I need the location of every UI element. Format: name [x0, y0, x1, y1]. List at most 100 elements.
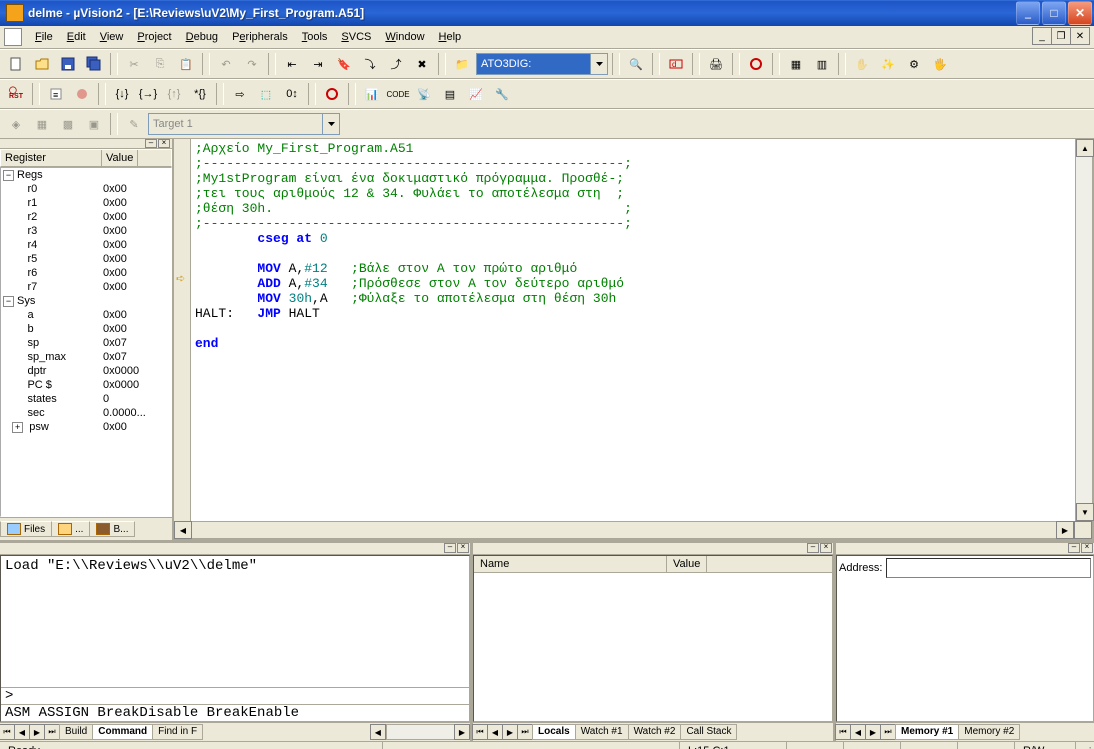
tab-callstack[interactable]: Call Stack	[680, 724, 737, 740]
tab-next-icon[interactable]: ▶	[502, 724, 518, 740]
scroll-down-icon[interactable]: ▼	[1076, 503, 1094, 521]
step-over-icon[interactable]: {→}	[136, 82, 160, 106]
pane-close-icon[interactable]: ×	[820, 543, 832, 553]
tab-first-icon[interactable]: ⏮	[0, 724, 15, 740]
command-input[interactable]: >	[1, 687, 469, 704]
magic-icon[interactable]: ✨	[876, 52, 900, 76]
step-trace-icon[interactable]: 0↕	[280, 82, 304, 106]
scroll-left-icon[interactable]: ◀	[370, 724, 386, 740]
pane-close-icon[interactable]: ×	[457, 543, 469, 553]
redo-icon[interactable]: ↷	[240, 52, 264, 76]
tab-watch1[interactable]: Watch #1	[575, 724, 629, 740]
hand-icon[interactable]: ✋	[850, 52, 874, 76]
tab-watch2[interactable]: Watch #2	[628, 724, 682, 740]
scroll-right-icon[interactable]: ▶	[454, 724, 470, 740]
debug-icon[interactable]: d	[664, 52, 688, 76]
menu-project[interactable]: Project	[130, 29, 178, 45]
bookmark-next-icon[interactable]: ⤵	[358, 52, 382, 76]
step-out-icon[interactable]: {↑}	[162, 82, 186, 106]
mdi-restore[interactable]: ❐	[1051, 27, 1071, 45]
run-icon[interactable]: ≡	[44, 82, 68, 106]
indent-right-icon[interactable]: ⇥	[306, 52, 330, 76]
register-list[interactable]: −Regs r00x00 r10x00 r20x00 r30x00 r40x00…	[0, 167, 172, 517]
maximize-button[interactable]: □	[1042, 1, 1066, 25]
close-button[interactable]: ✕	[1068, 1, 1092, 25]
memory-window-icon[interactable]: ▤	[438, 82, 462, 106]
save-icon[interactable]	[56, 52, 80, 76]
hand2-icon[interactable]: 🖐	[928, 52, 952, 76]
mdi-close[interactable]: ✕	[1070, 27, 1090, 45]
find-in-files-icon[interactable]: 📁	[450, 52, 474, 76]
stop-icon[interactable]	[70, 82, 94, 106]
toolbox-icon[interactable]: 🔧	[490, 82, 514, 106]
new-file-icon[interactable]	[4, 52, 28, 76]
tab-locals[interactable]: Locals	[532, 724, 576, 740]
menu-view[interactable]: View	[93, 29, 131, 45]
target-combo[interactable]: Target 1	[148, 113, 340, 135]
minimize-button[interactable]: _	[1016, 1, 1040, 25]
tab-next-icon[interactable]: ▶	[865, 724, 881, 740]
watch-col-name[interactable]: Name	[474, 556, 667, 572]
menu-tools[interactable]: Tools	[295, 29, 335, 45]
watch-col-value[interactable]: Value	[667, 556, 707, 572]
tab-prev-icon[interactable]: ◀	[14, 724, 30, 740]
menu-svcs[interactable]: SVCS	[334, 29, 378, 45]
resize-grip-icon[interactable]: ⋰	[1076, 745, 1094, 749]
config-icon[interactable]: ⚙	[902, 52, 926, 76]
bookmark-toggle-icon[interactable]: 🔖	[332, 52, 356, 76]
menu-edit[interactable]: Edit	[60, 29, 93, 45]
tab-next-icon[interactable]: ▶	[29, 724, 45, 740]
build-icon[interactable]: ▦	[30, 112, 54, 136]
pane-close-icon[interactable]: ×	[158, 139, 170, 148]
tab-first-icon[interactable]: ⏮	[472, 724, 488, 740]
tab-first-icon[interactable]: ⏮	[835, 724, 851, 740]
bookmark-prev-icon[interactable]: ⤴	[384, 52, 408, 76]
menu-window[interactable]: Window	[378, 29, 431, 45]
pane-dock-icon[interactable]: –	[807, 543, 819, 553]
indent-left-icon[interactable]: ⇤	[280, 52, 304, 76]
watch-window-icon[interactable]: 📊	[360, 82, 384, 106]
tab-command[interactable]: Command	[92, 724, 153, 740]
tab-prev-icon[interactable]: ◀	[850, 724, 866, 740]
performance-icon[interactable]: 📈	[464, 82, 488, 106]
step-into-icon[interactable]: {↓}	[110, 82, 134, 106]
tab-last-icon[interactable]: ⏭	[880, 724, 896, 740]
tab-build[interactable]: Build	[59, 724, 93, 740]
serial-icon[interactable]: 📡	[412, 82, 436, 106]
window-tile-h-icon[interactable]: ▦	[784, 52, 808, 76]
pane-dock-icon[interactable]: –	[444, 543, 456, 553]
scroll-left-icon[interactable]: ◀	[174, 521, 192, 539]
disasm-icon[interactable]	[320, 82, 344, 106]
paste-icon[interactable]: 📋	[174, 52, 198, 76]
editor-hscroll[interactable]: ◀ ▶	[174, 521, 1092, 538]
menu-help[interactable]: Help	[432, 29, 469, 45]
run-to-cursor-icon[interactable]: *{}	[188, 82, 212, 106]
tab-last-icon[interactable]: ⏭	[44, 724, 60, 740]
bookmark-clear-icon[interactable]: ✖	[410, 52, 434, 76]
translate-icon[interactable]: ◈	[4, 112, 28, 136]
print-icon[interactable]: 🖨	[704, 52, 728, 76]
pane-dock-icon[interactable]: –	[1068, 543, 1080, 553]
code-area[interactable]: ;Αρχείο My_First_Program.A51 ;----------…	[191, 139, 1075, 521]
cut-icon[interactable]: ✂	[122, 52, 146, 76]
show-next-icon[interactable]: ⇨	[228, 82, 252, 106]
window-tile-v-icon[interactable]: ▥	[810, 52, 834, 76]
target-options-icon[interactable]: ✎	[122, 112, 146, 136]
tab-find-in-files[interactable]: Find in F	[152, 724, 203, 740]
copy-icon[interactable]: ⎘	[148, 52, 172, 76]
find-icon[interactable]: 🔍	[624, 52, 648, 76]
pane-dock-icon[interactable]: –	[145, 139, 157, 148]
menu-file[interactable]: File	[28, 29, 60, 45]
reg-hdr-value[interactable]: Value	[102, 150, 138, 166]
search-dropdown-arrow[interactable]	[590, 54, 607, 74]
open-file-icon[interactable]	[30, 52, 54, 76]
tab-memory2[interactable]: Memory #2	[958, 724, 1020, 740]
tab-last-icon[interactable]: ⏭	[517, 724, 533, 740]
target-dropdown-arrow[interactable]	[322, 114, 339, 134]
tab-files[interactable]: Files	[0, 521, 52, 537]
reset-icon[interactable]: ◯RST	[4, 82, 28, 106]
search-combo[interactable]: ATO3DIG:	[476, 53, 608, 75]
rebuild-icon[interactable]: ▩	[56, 112, 80, 136]
options-icon[interactable]	[744, 52, 768, 76]
tab-regs[interactable]: ...	[51, 521, 90, 537]
